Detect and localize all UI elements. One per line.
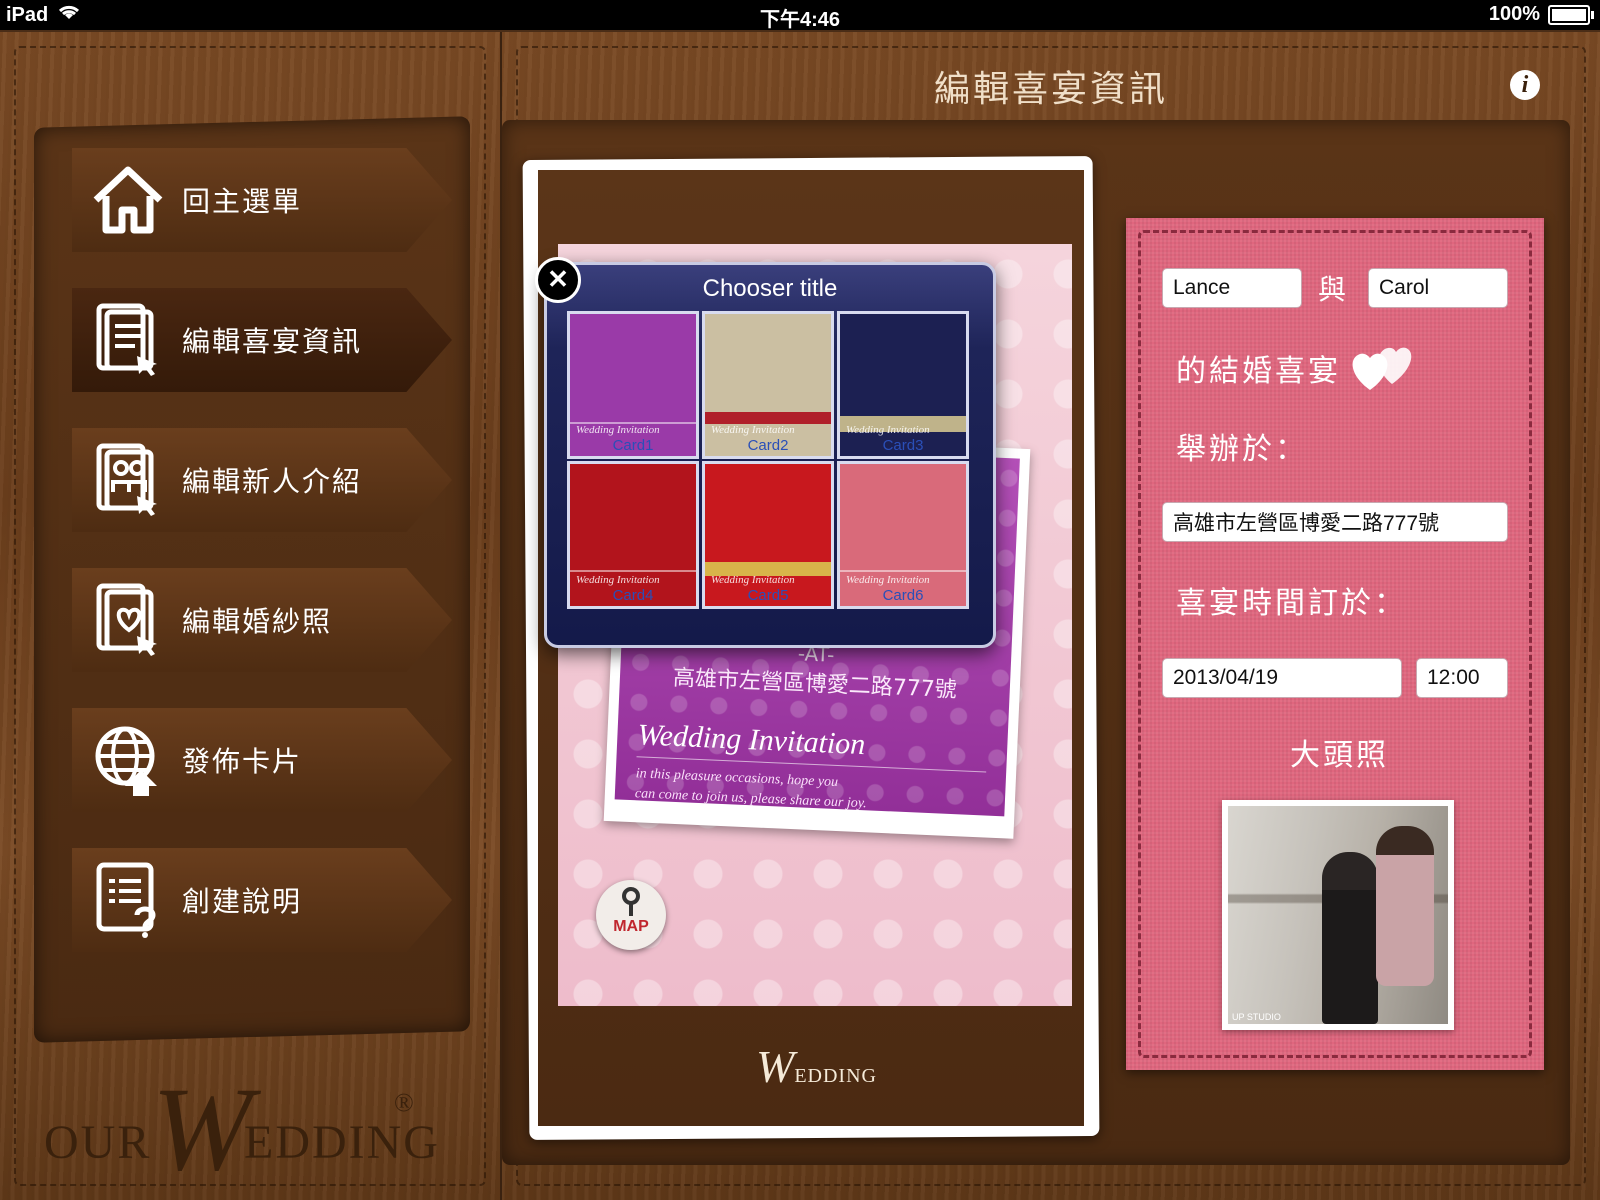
help-document-icon <box>88 860 168 940</box>
photo-figure-groom <box>1322 852 1378 1024</box>
preview-logo-w: W <box>756 1041 795 1092</box>
thumb-label: Card4 <box>612 587 654 604</box>
thumb-band <box>840 570 966 572</box>
thumb-script: Wedding Invitation <box>576 574 660 586</box>
edit-couple-icon <box>88 440 168 520</box>
card-chooser-popup: Chooser title ✕ Wedding Invitation Card1… <box>535 257 996 648</box>
sidebar-item-label: 發佈卡片 <box>182 745 303 778</box>
sidebar-item-label: 創建說明 <box>182 885 303 918</box>
thumb-script: Wedding Invitation <box>711 574 795 586</box>
address-input[interactable] <box>1162 502 1508 542</box>
brand-our: OUR <box>44 1116 152 1169</box>
card-thumb-4[interactable]: Wedding Invitation Card4 <box>567 461 699 609</box>
sidebar-item-label: 編輯新人介紹 <box>182 465 363 498</box>
status-right: 100% <box>1488 3 1594 26</box>
preview-logo-edding: EDDING <box>794 1065 877 1087</box>
photo-figure-bride <box>1376 826 1434 986</box>
avatar-photo: UP STUDIO <box>1228 806 1448 1024</box>
thumb-script: Wedding Invitation <box>846 574 930 586</box>
thumb-label: Card6 <box>882 587 924 604</box>
brand-registered: ® <box>394 1088 414 1117</box>
date-input[interactable] <box>1162 658 1402 698</box>
preview-logo: WEDDING <box>756 1040 877 1093</box>
card-thumb-6[interactable]: Wedding Invitation Card6 <box>837 461 969 609</box>
time-label: 喜宴時間訂於： <box>1176 586 1407 621</box>
wedding-of-label: 的結婚喜宴 <box>1176 354 1341 389</box>
thumb-label: Card2 <box>747 437 789 454</box>
battery-icon <box>1548 4 1594 25</box>
sidebar-item-help[interactable]: 創建說明 <box>72 848 452 952</box>
photo-studio-watermark: UP STUDIO <box>1232 1012 1281 1022</box>
bride-name-input[interactable] <box>1368 268 1508 308</box>
close-icon[interactable]: ✕ <box>535 257 581 303</box>
card-thumb-3[interactable]: Wedding Invitation Card3 <box>837 311 969 459</box>
thumb-label: Card5 <box>747 587 789 604</box>
avatar-label: 大頭照 <box>1290 738 1389 773</box>
status-bar: iPad 下午4:46 100% <box>0 0 1600 31</box>
sidebar-item-label: 回主選單 <box>182 185 303 218</box>
battery-percent: 100% <box>1488 3 1540 25</box>
thumb-label: Card1 <box>612 437 654 454</box>
sidebar-item-edit-banquet[interactable]: 編輯喜宴資訊 <box>72 288 452 392</box>
groom-name-input[interactable] <box>1162 268 1302 308</box>
sidebar-item-publish[interactable]: 發佈卡片 <box>72 708 452 812</box>
time-input[interactable] <box>1416 658 1508 698</box>
card-subtext: in this pleasure occasions, hope you can… <box>634 764 868 814</box>
brand-w: W <box>152 1062 252 1195</box>
card-thumb-5[interactable]: Wedding Invitation Card5 <box>702 461 834 609</box>
chooser-title: Chooser title <box>702 275 838 302</box>
brand-edding: EDDING <box>244 1116 440 1169</box>
brand-logo: OUR W EDDING ® <box>44 1060 444 1195</box>
thumb-label: Card3 <box>882 437 924 454</box>
and-label: 與 <box>1318 273 1350 306</box>
page-title: 編輯喜宴資訊 <box>933 69 1168 110</box>
thumb-band <box>705 412 831 424</box>
thumb-script: Wedding Invitation <box>711 424 795 436</box>
hearts-icon <box>1346 340 1416 400</box>
sidebar-item-edit-couple[interactable]: 編輯新人介紹 <box>72 428 452 532</box>
sidebar-item-edit-photo[interactable]: 編輯婚紗照 <box>72 568 452 672</box>
status-time: 下午4:46 <box>759 9 841 31</box>
card-thumb-2[interactable]: Wedding Invitation Card2 <box>702 311 834 459</box>
info-icon[interactable]: i <box>1510 70 1540 100</box>
card-thumb-1[interactable]: Wedding Invitation Card1 <box>567 311 699 459</box>
held-at-label: 舉辦於： <box>1176 432 1308 467</box>
thumb-band <box>570 570 696 572</box>
sidebar-item-label: 編輯婚紗照 <box>182 605 333 638</box>
thumb-script: Wedding Invitation <box>576 424 660 436</box>
sidebar-item-home[interactable]: 回主選單 <box>72 148 452 252</box>
card-wedding-script: Wedding Invitation <box>636 718 867 762</box>
globe-upload-icon <box>88 720 168 800</box>
edit-document-icon <box>88 300 168 380</box>
map-button[interactable]: MAP <box>596 880 666 950</box>
sidebar-item-label: 編輯喜宴資訊 <box>182 325 363 358</box>
avatar[interactable]: UP STUDIO <box>1222 800 1454 1030</box>
map-label: MAP <box>613 918 649 935</box>
edit-photo-icon <box>88 580 168 660</box>
thumb-script: Wedding Invitation <box>846 424 930 436</box>
home-icon <box>88 160 168 240</box>
map-pin-icon <box>622 887 640 916</box>
